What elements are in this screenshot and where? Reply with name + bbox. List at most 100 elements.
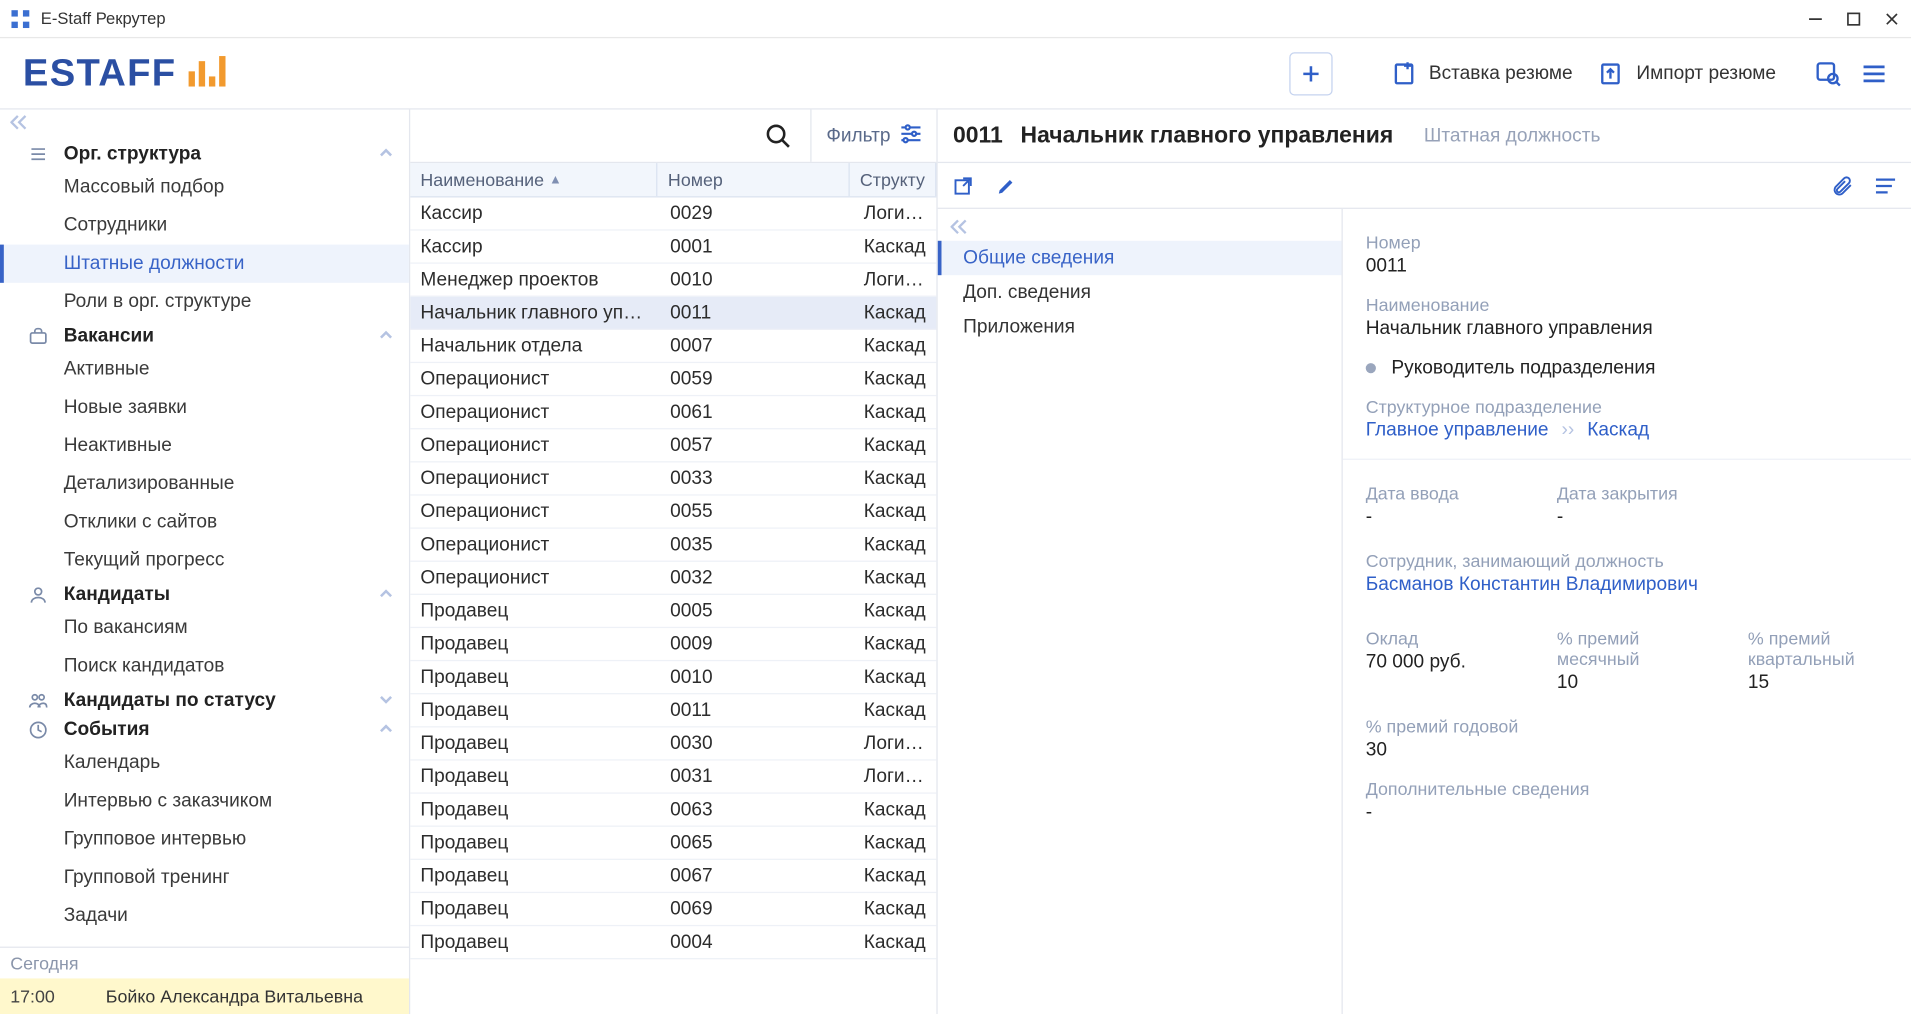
value-bonus-year: 30 xyxy=(1366,739,1888,761)
table-row[interactable]: Продавец0065Каскад xyxy=(410,827,936,860)
import-resume-button[interactable]: Импорт резюме xyxy=(1585,52,1788,95)
cell-name: Продавец xyxy=(410,926,660,958)
table-row[interactable]: Кассир0029Логисти xyxy=(410,197,936,230)
table-row[interactable]: Продавец0010Каскад xyxy=(410,661,936,694)
cell-struct: Каскад xyxy=(854,297,937,329)
cell-number: 0030 xyxy=(660,727,854,759)
detail-tab[interactable]: Доп. сведения xyxy=(938,275,1342,309)
sidebar-item[interactable]: Поиск кандидатов xyxy=(0,647,409,685)
chevron-icon xyxy=(378,690,393,710)
table-row[interactable]: Продавец0069Каскад xyxy=(410,893,936,926)
briefcase-icon xyxy=(28,326,51,346)
table-row[interactable]: Продавец0009Каскад xyxy=(410,628,936,661)
struct-link-2[interactable]: Каскад xyxy=(1587,419,1649,441)
detail-tabs-collapse-button[interactable] xyxy=(938,217,1342,241)
cell-number: 0032 xyxy=(660,562,854,594)
detail-tab[interactable]: Приложения xyxy=(938,310,1342,344)
table-row[interactable]: Продавец0011Каскад xyxy=(410,694,936,727)
sidebar-group[interactable]: События xyxy=(0,715,409,744)
table-row[interactable]: Продавец0031Логисти xyxy=(410,761,936,794)
table-row[interactable]: Начальник главного управле0011Каскад xyxy=(410,297,936,330)
sidebar-group[interactable]: Вакансии xyxy=(0,321,409,350)
table-row[interactable]: Продавец0004Каскад xyxy=(410,926,936,959)
window-minimize-button[interactable] xyxy=(1807,10,1825,28)
table-row[interactable]: Операционист0035Каскад xyxy=(410,529,936,562)
sidebar-item[interactable]: Групповой тренинг xyxy=(0,859,409,897)
sidebar-collapse-button[interactable] xyxy=(0,110,409,139)
sidebar-group[interactable]: Орг. структура xyxy=(0,139,409,168)
sidebar-group[interactable]: Кандидаты по статусу xyxy=(0,685,409,714)
cell-struct: Каскад xyxy=(854,860,937,892)
sort-asc-icon: ▲ xyxy=(549,173,562,187)
sidebar-item[interactable]: Массовый подбор xyxy=(0,168,409,206)
search-records-icon[interactable] xyxy=(1814,59,1842,87)
sidebar-item[interactable]: Отклики с сайтов xyxy=(0,503,409,541)
table-row[interactable]: Менеджер проектов0010Логисти xyxy=(410,264,936,297)
edit-icon[interactable] xyxy=(994,173,1019,198)
detail-tabs: Общие сведенияДоп. сведенияПриложения xyxy=(938,209,1343,1014)
sidebar-item[interactable]: Неактивные xyxy=(0,427,409,465)
cell-number: 0061 xyxy=(660,396,854,428)
attachment-icon[interactable] xyxy=(1829,173,1854,198)
sidebar-item[interactable]: Текущий прогресс xyxy=(0,541,409,579)
label-date-out: Дата закрытия xyxy=(1557,483,1697,503)
today-event-row[interactable]: 17:00 Бойко Александра Витальевна xyxy=(0,978,409,1014)
sidebar-item[interactable]: Интервью с заказчиком xyxy=(0,782,409,820)
sidebar-item[interactable]: Сотрудники xyxy=(0,206,409,244)
sidebar-group[interactable]: Кандидаты xyxy=(0,580,409,609)
detail-tab[interactable]: Общие сведения xyxy=(938,241,1342,275)
value-salary: 70 000 руб. xyxy=(1366,651,1506,673)
sidebar-item[interactable]: Штатные должности xyxy=(0,245,409,283)
hamburger-menu-icon[interactable] xyxy=(1860,59,1888,87)
insert-resume-button[interactable]: Вставка резюме xyxy=(1378,52,1586,95)
open-external-icon[interactable] xyxy=(950,173,975,198)
sidebar-item[interactable]: Активные xyxy=(0,350,409,388)
table-row[interactable]: Продавец0067Каскад xyxy=(410,860,936,893)
sidebar-item[interactable]: По вакансиям xyxy=(0,609,409,647)
cell-name: Продавец xyxy=(410,827,660,859)
struct-link-1[interactable]: Главное управление xyxy=(1366,419,1549,441)
cell-struct: Логисти xyxy=(854,727,937,759)
sidebar-item[interactable]: Новые заявки xyxy=(0,389,409,427)
table-row[interactable]: Продавец0063Каскад xyxy=(410,794,936,827)
table-row[interactable]: Операционист0059Каскад xyxy=(410,363,936,396)
sidebar-item[interactable]: Роли в орг. структуре xyxy=(0,283,409,321)
label-bonus-year: % премий годовой xyxy=(1366,716,1888,736)
table-row[interactable]: Кассир0001Каскад xyxy=(410,231,936,264)
window-close-button[interactable] xyxy=(1883,10,1901,28)
cell-name: Операционист xyxy=(410,529,660,561)
filter-button[interactable]: Фильтр xyxy=(810,110,929,162)
table-row[interactable]: Операционист0055Каскад xyxy=(410,496,936,529)
table-row[interactable]: Операционист0057Каскад xyxy=(410,429,936,462)
sidebar-item[interactable]: Групповое интервью xyxy=(0,820,409,858)
detail-menu-icon[interactable] xyxy=(1873,173,1898,198)
table-row[interactable]: Продавец0030Логисти xyxy=(410,727,936,760)
cell-name: Кассир xyxy=(410,231,660,263)
column-header-struct[interactable]: Структу xyxy=(850,163,937,196)
column-header-number[interactable]: Номер xyxy=(658,163,850,196)
cell-struct: Логисти xyxy=(854,761,937,793)
column-header-name[interactable]: Наименование ▲ xyxy=(410,163,658,196)
value-extra: - xyxy=(1366,801,1888,823)
sidebar-item[interactable]: Задачи xyxy=(0,897,409,935)
employee-link[interactable]: Басманов Константин Владимирович xyxy=(1366,573,1698,595)
cell-number: 0005 xyxy=(660,595,854,627)
status-dot-icon xyxy=(1366,363,1376,373)
table-row[interactable]: Операционист0033Каскад xyxy=(410,462,936,495)
cell-number: 0031 xyxy=(660,761,854,793)
cell-name: Менеджер проектов xyxy=(410,264,660,296)
table-row[interactable]: Начальник отдела0007Каскад xyxy=(410,330,936,363)
search-icon[interactable] xyxy=(764,122,792,150)
table-row[interactable]: Операционист0032Каскад xyxy=(410,562,936,595)
cell-name: Операционист xyxy=(410,396,660,428)
cell-struct: Каскад xyxy=(854,694,937,726)
table-row[interactable]: Продавец0005Каскад xyxy=(410,595,936,628)
window-maximize-button[interactable] xyxy=(1845,10,1863,28)
table-row[interactable]: Операционист0061Каскад xyxy=(410,396,936,429)
add-button[interactable] xyxy=(1289,52,1332,95)
sidebar-item[interactable]: Детализированные xyxy=(0,465,409,503)
titlebar: E-Staff Рекрутер xyxy=(0,0,1911,38)
detail-subtitle: Штатная должность xyxy=(1424,125,1601,147)
window-title: E-Staff Рекрутер xyxy=(41,9,166,28)
sidebar-item[interactable]: Календарь xyxy=(0,744,409,782)
